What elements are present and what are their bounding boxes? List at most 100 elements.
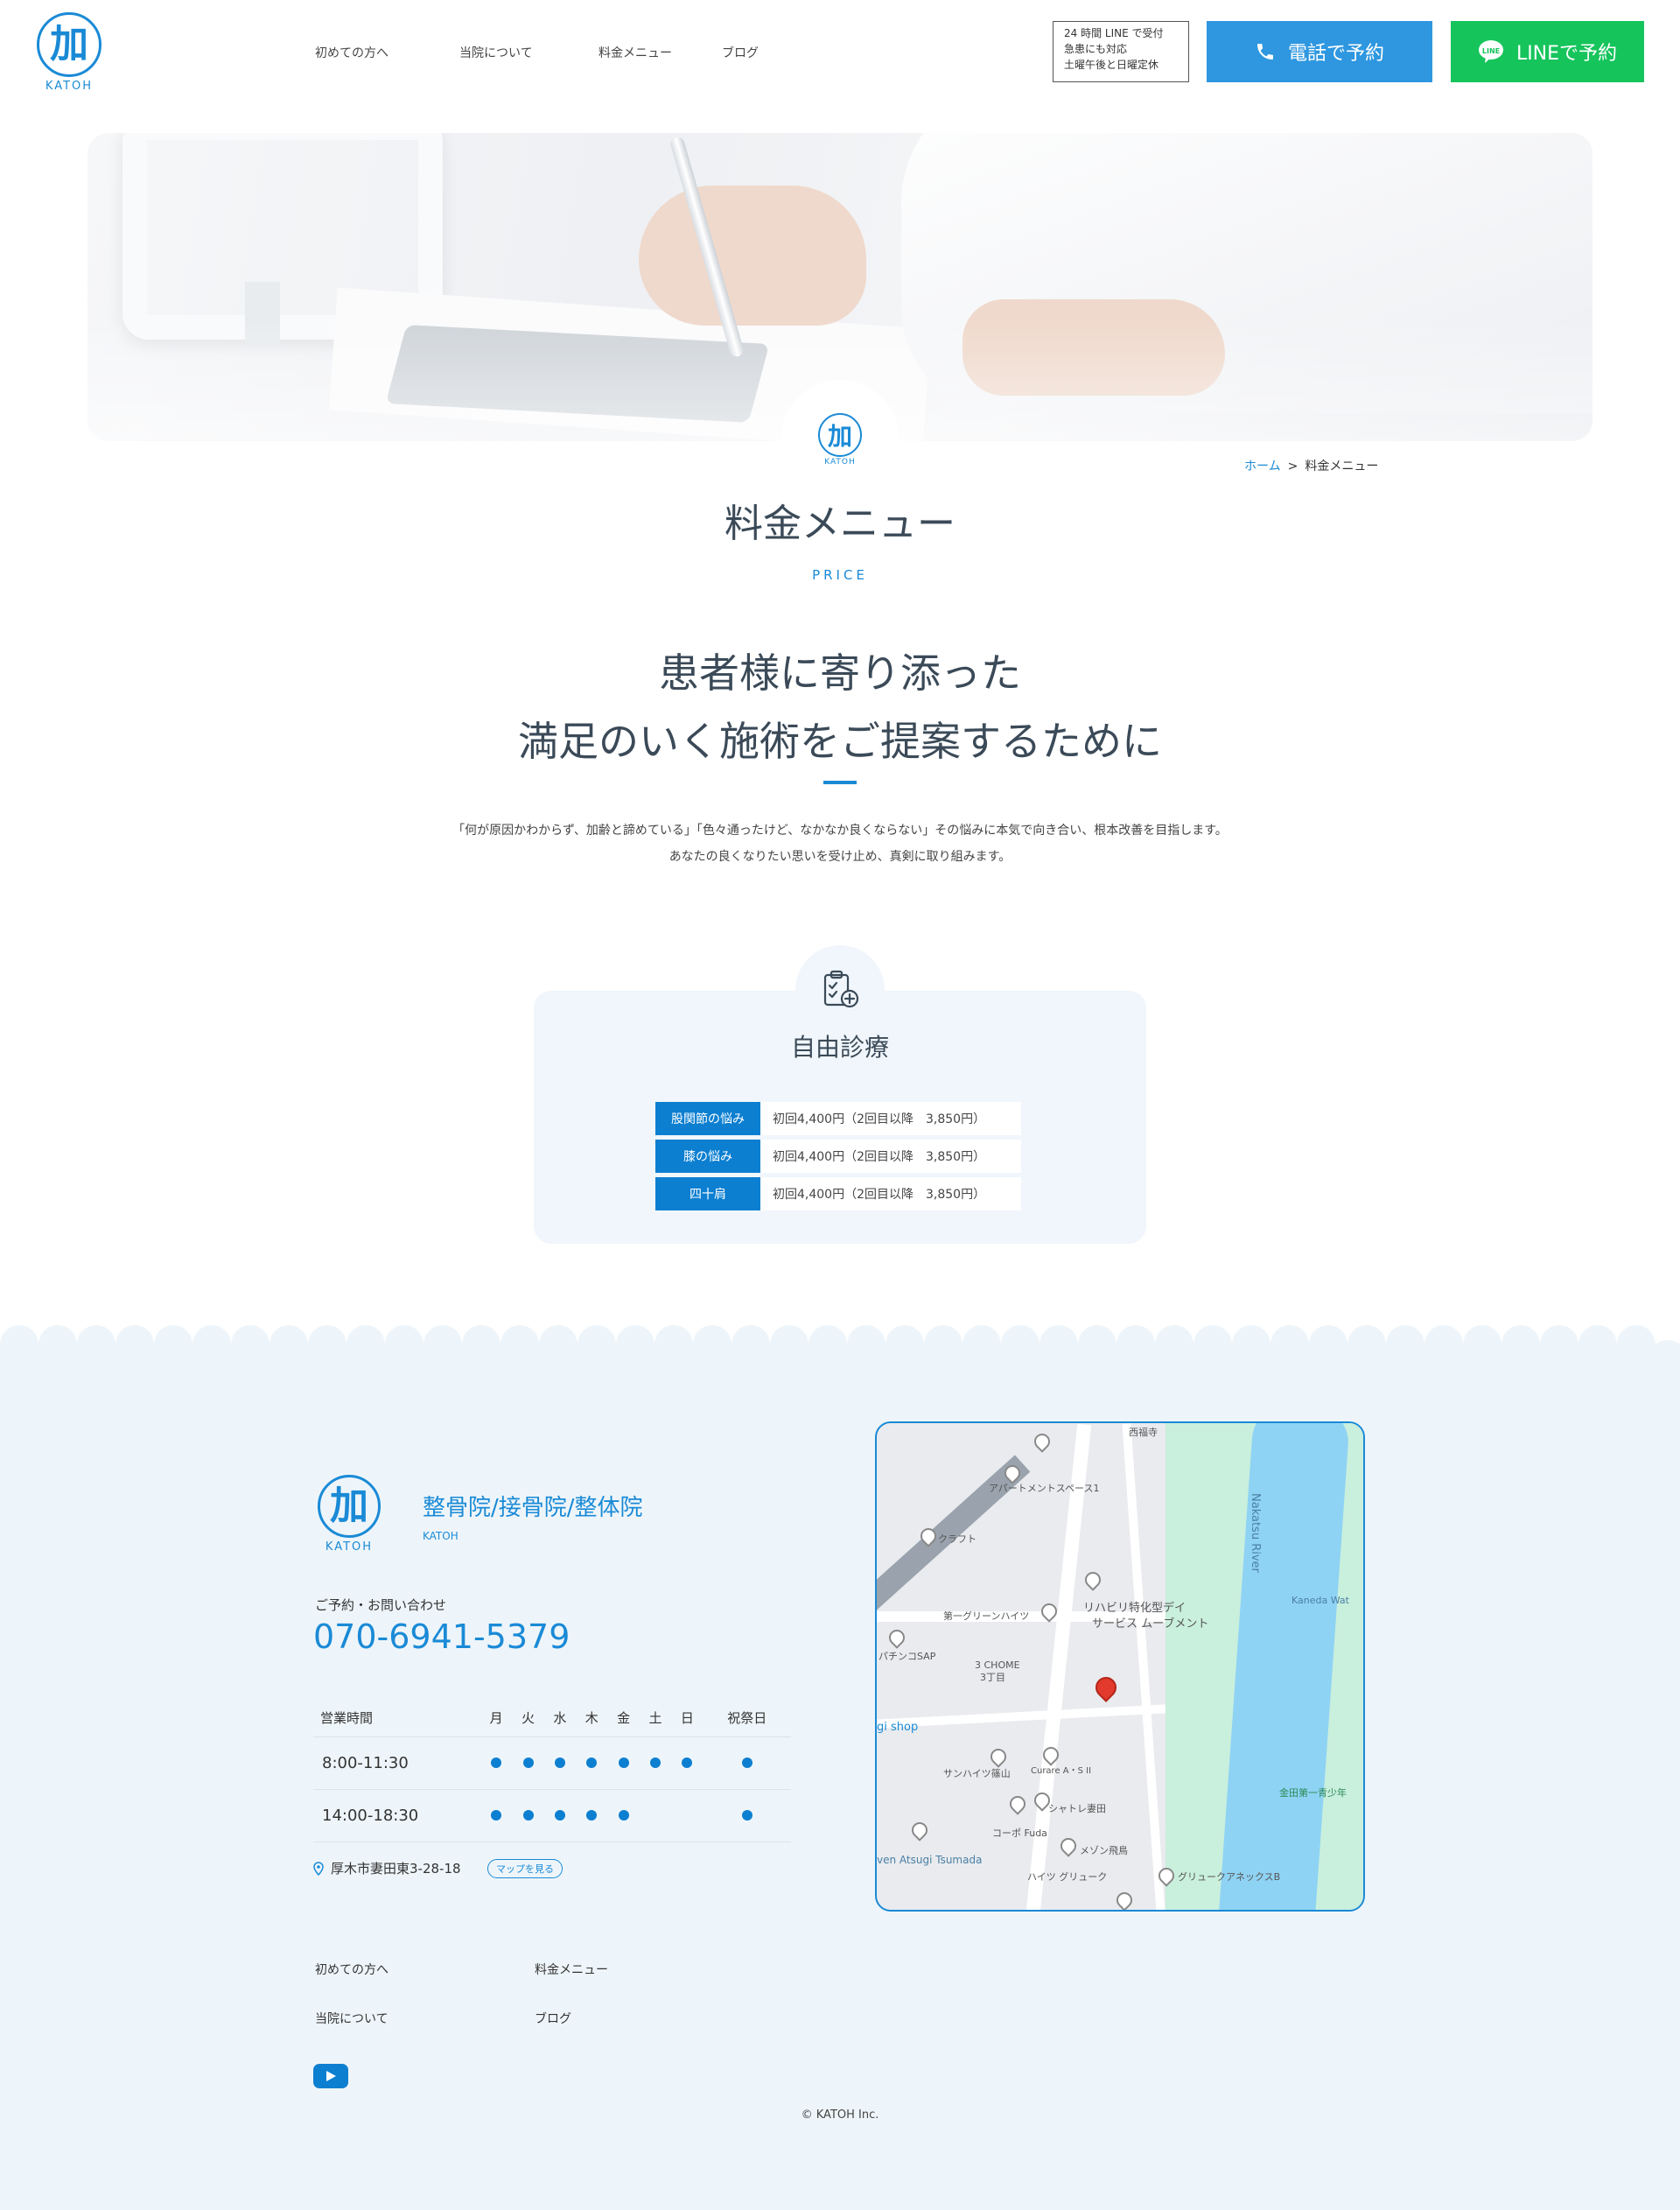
view-map-button[interactable]: マップを見る [487,1859,563,1878]
tel-reserve-button[interactable]: 電話で予約 [1207,21,1432,82]
breadcrumb-current: 料金メニュー [1305,460,1379,474]
hours-cell [607,1789,640,1842]
business-hours-table: 営業時間 月 火 水 木 金 土 日 祝祭日 8:00-11:30 14:00-… [313,1698,791,1842]
map-label: 金田第一青少年 [1279,1787,1347,1799]
footer-logo[interactable]: 加 KATOH [313,1475,385,1554]
footer-tel-link[interactable]: 070-6941-5379 [313,1617,570,1656]
price-row: 股関節の悩み 初回4,400円（2回目以降 3,850円） [655,1102,1021,1135]
open-dot-icon [491,1757,502,1768]
price-label: 股関節の悩み [655,1102,760,1135]
svg-text:LINE: LINE [1482,47,1500,55]
open-dot-icon [741,1810,752,1821]
open-dot-icon [554,1810,565,1821]
price-value: 初回4,400円（2回目以降 3,850円） [760,1140,1021,1173]
nav-blog[interactable]: ブログ [722,44,759,61]
map-label: メゾン飛鳥 [1080,1845,1128,1856]
hours-header-cell: 火 [522,1709,536,1726]
map-label: 西福寺 [1129,1427,1158,1438]
google-map[interactable]: アパートメントスペース1 クラフト 第一グリーンハイツ リハビリ特化型デイ サー… [875,1421,1365,1912]
map-label: シャトレ妻田 [1048,1803,1106,1814]
map-pin-icon [908,1819,931,1842]
nav-about[interactable]: 当院について [459,44,598,61]
hours-cell [703,1789,791,1842]
site-logo[interactable]: 加 KATOH [33,12,105,93]
hours-header-cell: 土 [648,1709,662,1726]
footer-nav-price[interactable]: 料金メニュー [535,1961,608,1978]
hours-header-cell: 木 [584,1709,598,1726]
breadcrumb-home[interactable]: ホーム [1244,460,1281,474]
hours-cell [639,1789,672,1842]
location-pin-icon [313,1861,324,1876]
open-dot-icon [491,1810,502,1821]
hours-header-cell: 月 [489,1709,503,1726]
hero-mini-logo: 加 KATOH [814,413,866,467]
hours-cell [512,1789,544,1842]
hero-mini-mark: 加 [818,413,862,457]
price-row: 四十肩 初回4,400円（2回目以降 3,850円） [655,1177,1021,1210]
breadcrumb: ホーム > 料金メニュー [1244,457,1378,474]
map-label: コーポ Fuda [992,1828,1047,1839]
line-reserve-label: LINEで予約 [1516,43,1618,65]
nav-first-visit[interactable]: 初めての方へ [315,44,459,61]
desc-line-1: 「何が原因かわからず、加齢と諦めている」「色々通ったけど、なかなか良くならない」… [452,824,1228,838]
footer-clinic-type: 整骨院/接骨院/整体院 [423,1495,643,1521]
map-pin-icon [987,1745,1010,1768]
clipboard-plus-icon [795,945,885,1035]
map-label: サンハイツ篠山 [943,1768,1011,1779]
footer-nav-first-visit[interactable]: 初めての方へ [315,1961,388,1978]
hero-logo-badge: 加 KATOH [781,380,899,497]
hours-header-row: 営業時間 月 火 水 木 金 土 日 祝祭日 [313,1698,791,1737]
hours-line-1: 24 時間 LINE で受付 [1064,27,1164,39]
lead-line-1: 患者様に寄り添った [659,649,1021,697]
price-label: 膝の悩み [655,1140,760,1173]
line-reserve-button[interactable]: LINE LINEで予約 [1451,21,1644,82]
breadcrumb-separator: > [1287,460,1298,474]
open-dot-icon [522,1757,534,1768]
page-subtitle: PRICE [812,567,868,583]
global-nav: 初めての方へ 当院について 料金メニュー ブログ [315,44,759,61]
hours-cell [480,1789,513,1842]
footer-contact-label: ご予約・お問い合わせ [315,1597,447,1613]
map-label: Nakatsu River [1249,1493,1262,1573]
map-label: サービス ムーブメント [1092,1617,1209,1631]
hours-cell [543,1736,577,1790]
open-dot-icon [649,1757,661,1768]
hours-time: 8:00-11:30 [313,1736,480,1790]
lead-heading: 患者様に寄り添った 満足のいく施術をご提案するために [0,639,1680,775]
hours-cell [480,1736,513,1790]
price-value: 初回4,400円（2回目以降 3,850円） [760,1177,1021,1210]
map-pin-icon [1031,1430,1054,1453]
price-row: 膝の悩み 初回4,400円（2回目以降 3,850円） [655,1140,1021,1173]
footer-logo-mark: 加 [318,1475,381,1538]
nav-price[interactable]: 料金メニュー [598,44,722,61]
open-dot-icon [618,1757,629,1768]
hours-row: 8:00-11:30 [313,1736,791,1790]
footer-clinic-name: KATOH [423,1530,458,1542]
map-pin-icon [886,1626,908,1649]
hours-cell [512,1736,544,1790]
desc-line-2: あなたの良くなりたい思いを受け止め、真剣に取り組みます。 [668,850,1012,864]
hours-header-cell: 日 [680,1709,694,1726]
map-label: ハイツ グリューク [1027,1871,1108,1883]
open-dot-icon [554,1757,565,1768]
youtube-icon[interactable] [313,2064,348,2088]
hours-line-2: 急患にも対応 [1064,43,1128,55]
open-dot-icon [586,1810,598,1821]
map-label: Kaneda Wat [1292,1595,1349,1606]
open-dot-icon [586,1757,598,1768]
map-label: アパートメントスペース1 [989,1483,1100,1494]
page-title: 料金メニュー [724,502,956,546]
hours-cell [671,1736,704,1790]
map-label: ven Atsugi Tsumada [877,1854,983,1866]
footer-nav-blog[interactable]: ブログ [535,2010,571,2027]
hours-cell [576,1789,608,1842]
site-header: 加 KATOH 初めての方へ 当院について 料金メニュー ブログ 24 時間 L… [0,0,1680,114]
open-dot-icon [741,1757,752,1768]
copyright: © KATOH Inc. [801,2108,879,2122]
footer-nav-about[interactable]: 当院について [315,2010,388,2027]
map-pin-icon [1057,1835,1080,1857]
map-location-marker-icon[interactable] [1091,1673,1121,1702]
price-label: 四十肩 [655,1177,760,1210]
lead-line-2: 満足のいく施術をご提案するために [518,718,1162,765]
hours-cell [607,1736,640,1790]
